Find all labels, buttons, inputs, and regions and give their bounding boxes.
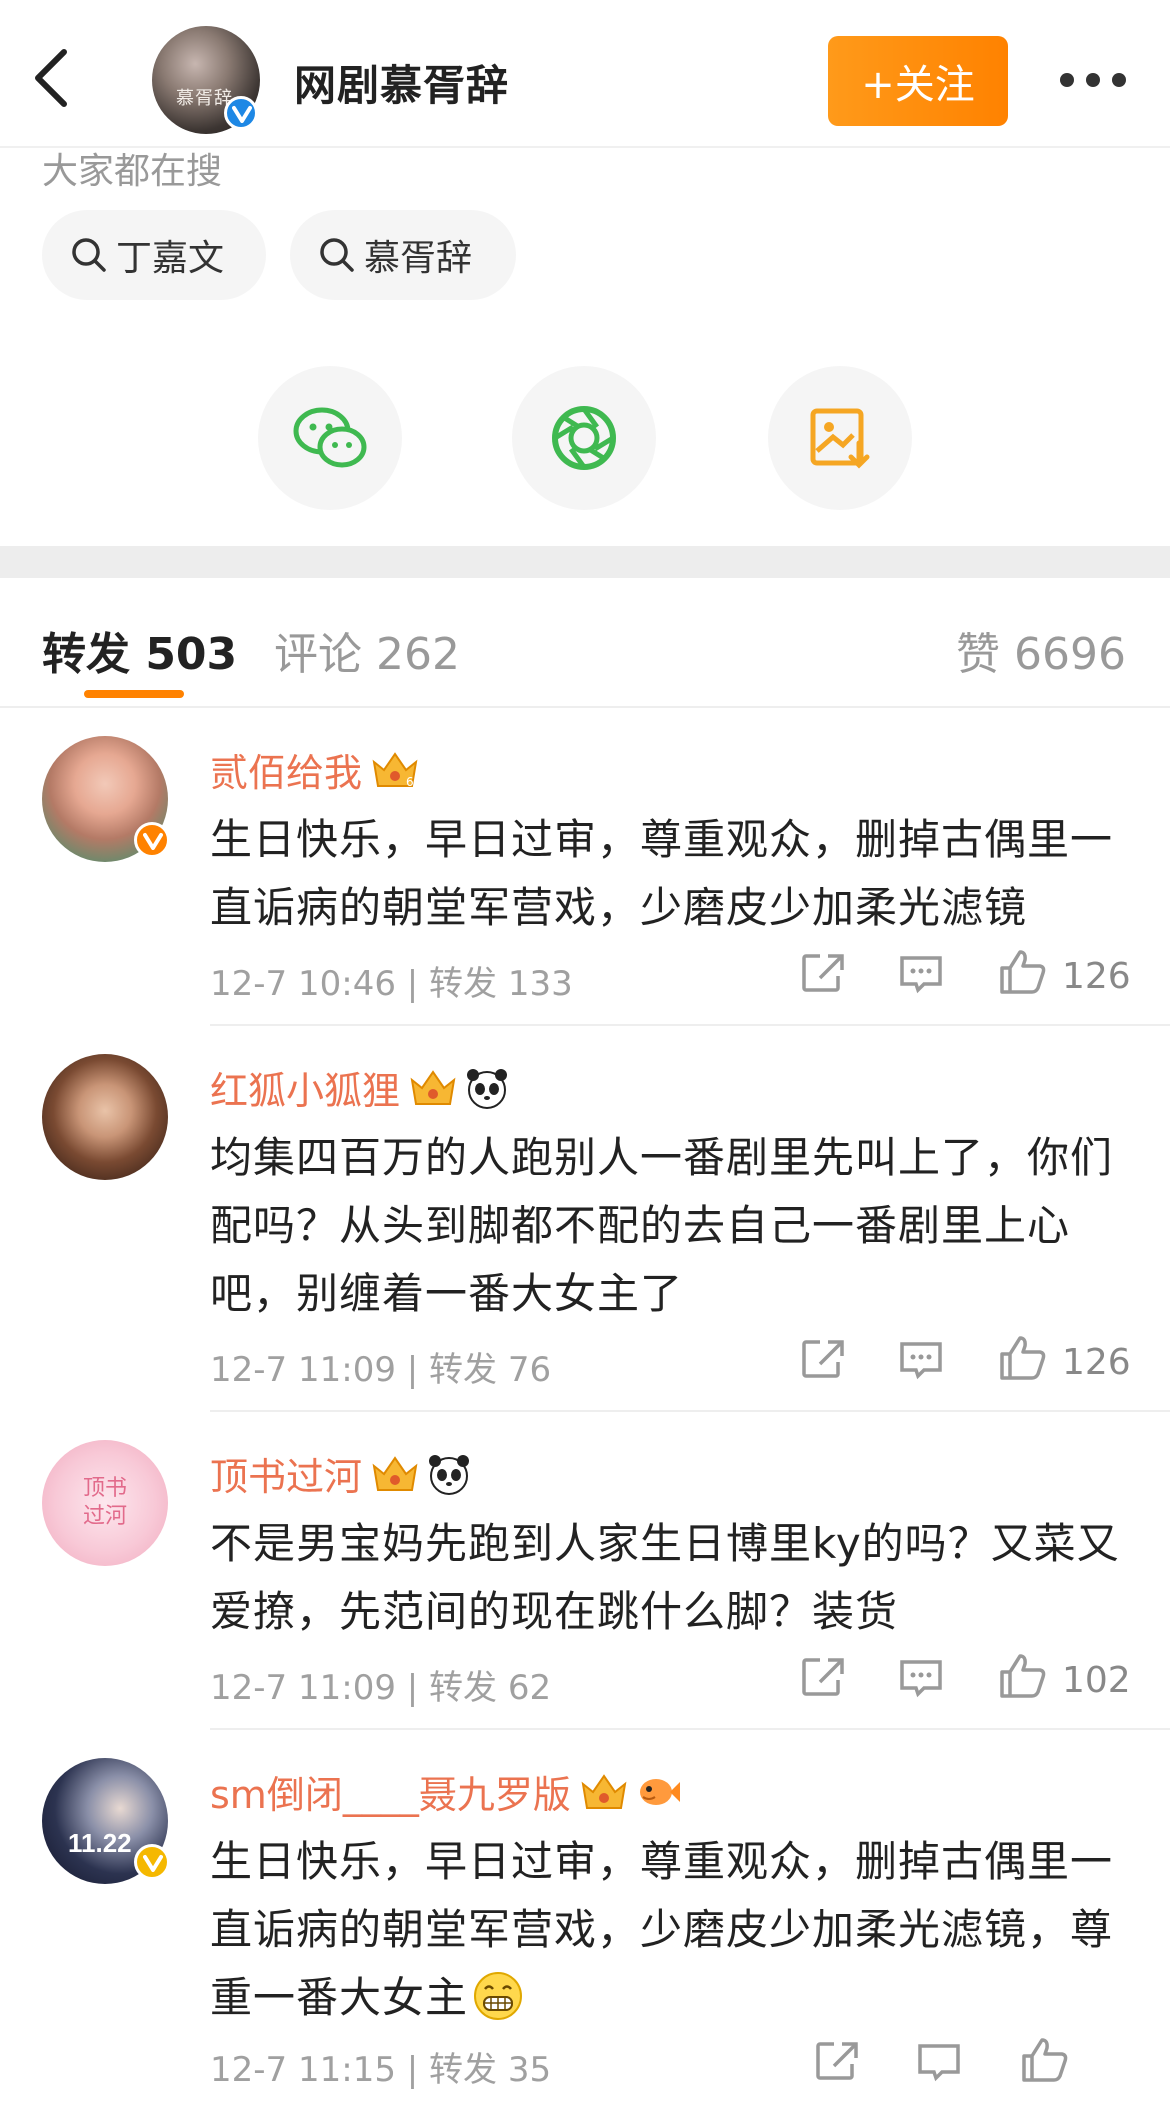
page-title: 网剧慕胥辞 (294, 61, 510, 110)
tab-like[interactable]: 赞 6696 (956, 618, 1126, 682)
follow-button[interactable]: +关注 (828, 36, 1008, 126)
avatar-text: 11.22 (68, 1828, 132, 1858)
comment-icon[interactable] (916, 2042, 962, 2082)
user-name[interactable]: 顶书过河 (210, 1446, 472, 1501)
share-icon[interactable] (800, 1338, 846, 1380)
share-wechat-button[interactable] (258, 366, 402, 510)
search-icon (320, 238, 354, 272)
share-icon[interactable] (800, 952, 846, 994)
repost-meta: 12-7 11:09 | 转发 76 (210, 1350, 552, 1390)
repost-text: 生日快乐，早日过审，尊重观众，删掉古偶里一直诟病的朝堂军营戏，少磨皮少加柔光滤镜… (210, 1828, 1130, 2032)
user-avatar[interactable]: 顶书过河 (42, 1440, 168, 1566)
repost-meta: 12-7 10:46 | 转发 133 (210, 964, 573, 1004)
svg-text:6: 6 (406, 775, 414, 789)
search-chip-label: 丁嘉文 (116, 238, 225, 279)
share-moments-button[interactable] (512, 366, 656, 510)
fish-icon (639, 1778, 680, 1805)
comment-icon[interactable] (898, 1658, 944, 1698)
panda-icon (467, 1068, 508, 1109)
tab-comment[interactable]: 评论 262 (274, 618, 460, 682)
repost-text: 生日快乐，早日过审，尊重观众，删掉古偶里一直诟病的朝堂军营戏，少磨皮少加柔光滤镜 (210, 815, 1114, 932)
user-avatar[interactable]: 11.22 (42, 1758, 170, 1884)
verified-badge-icon (224, 96, 258, 130)
action-bar: 126 (790, 1336, 1131, 1388)
search-chip-label: 慕胥辞 (364, 238, 473, 279)
save-image-button[interactable] (768, 366, 912, 510)
wechat-icon (293, 407, 367, 468)
repost-text-content: 生日快乐，早日过审，尊重观众，删掉古偶里一直诟病的朝堂军营戏，少磨皮少加柔光滤镜… (210, 1837, 1114, 2022)
share-icon[interactable] (800, 1656, 846, 1698)
like-count: 126 (1062, 956, 1131, 997)
action-bar: 126 (790, 950, 1131, 1002)
repost-text: 不是男宝妈先跑到人家生日博里ky的吗？又菜又爱撩，先范间的现在跳什么脚？装货 (210, 1519, 1120, 1636)
share-icon[interactable] (814, 2040, 860, 2082)
section-divider (0, 546, 1170, 578)
like-icon[interactable] (1020, 2036, 1070, 2084)
user-name[interactable]: 红狐小狐狸 (210, 1060, 510, 1115)
like-count: 102 (1062, 1660, 1131, 1701)
vip-crown-icon (410, 1069, 456, 1105)
user-name-text: sm倒闭____聂九罗版 (210, 1773, 571, 1817)
like-icon[interactable] (998, 1652, 1048, 1700)
comment-icon[interactable] (898, 954, 944, 994)
panda-icon (429, 1454, 470, 1495)
repost-text: 均集四百万的人跑别人一番剧里先叫上了，你们配吗？从头到脚都不配的去自己一番剧里上… (210, 1133, 1114, 1318)
top-bar: 慕胥辞 网剧慕胥辞 +关注 (0, 0, 1170, 148)
search-chip[interactable]: 丁嘉文 (42, 210, 266, 300)
user-name-text: 顶书过河 (210, 1455, 363, 1499)
user-name[interactable]: 贰佰给我 6 (210, 742, 420, 797)
search-icon (72, 238, 106, 272)
like-count: 126 (1062, 1342, 1131, 1383)
like-icon[interactable] (998, 1334, 1048, 1382)
avatar-text: 顶书过河 (82, 1476, 127, 1529)
user-avatar[interactable] (42, 1054, 168, 1180)
verified-badge-icon (134, 1844, 170, 1880)
back-icon[interactable] (30, 48, 90, 116)
vip-crown-icon (581, 1773, 627, 1809)
save-image-icon (810, 408, 870, 469)
divider (210, 1410, 1170, 1412)
more-options-icon[interactable] (1060, 70, 1126, 90)
tab-repost[interactable]: 转发 503 (42, 618, 237, 682)
grin-emoji-icon (474, 1972, 523, 2020)
search-chip[interactable]: 慕胥辞 (290, 210, 516, 300)
verified-badge-icon (134, 822, 170, 858)
user-name[interactable]: sm倒闭____聂九罗版 (210, 1764, 681, 1819)
action-bar: 102 (790, 1654, 1131, 1706)
moments-icon (552, 406, 616, 470)
action-bar (790, 2038, 1130, 2090)
user-name-text: 贰佰给我 (210, 751, 363, 795)
comment-icon[interactable] (898, 1340, 944, 1380)
like-icon[interactable] (998, 948, 1048, 996)
vip-crown-icon (372, 1455, 418, 1491)
vip-crown-icon: 6 (372, 751, 418, 789)
user-avatar[interactable] (42, 736, 170, 862)
active-tab-indicator (84, 690, 184, 698)
trending-search-label: 大家都在搜 (42, 151, 223, 192)
tab-bar: 转发 503 评论 262 赞 6696 (0, 578, 1170, 708)
divider (210, 1024, 1170, 1026)
repost-meta: 12-7 11:09 | 转发 62 (210, 1668, 552, 1708)
repost-meta: 12-7 11:15 | 转发 35 (210, 2050, 552, 2090)
divider (210, 1728, 1170, 1730)
user-name-text: 红狐小狐狸 (210, 1069, 401, 1113)
